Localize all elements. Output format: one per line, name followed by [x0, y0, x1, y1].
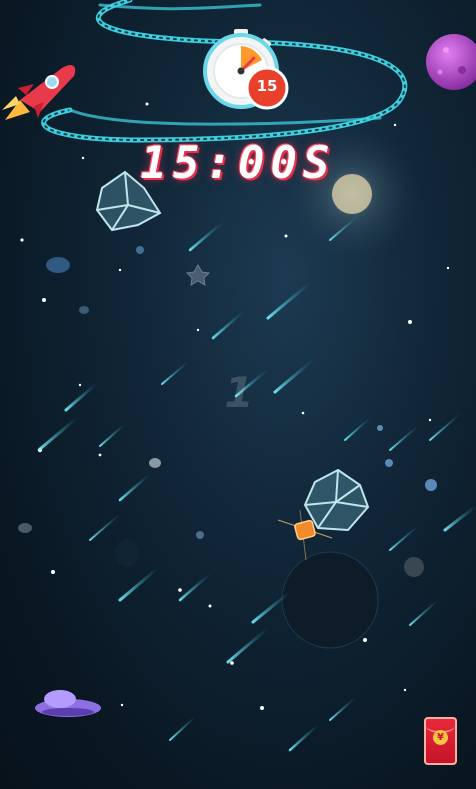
dark-planet: [281, 551, 379, 649]
countdown-timer: 15:00S: [140, 138, 336, 189]
web-star-icon-lower: [303, 468, 370, 532]
small-star-decoration: [185, 263, 211, 286]
red-packet-button[interactable]: ¥: [424, 717, 457, 765]
stopwatch-badge-label: 15: [256, 77, 278, 95]
round-number: 1: [224, 368, 254, 417]
ufo-icon: [35, 690, 101, 717]
meteor-streaks: [38, 215, 476, 752]
red-packet-icon: ¥: [433, 730, 448, 745]
planet-icon: [426, 34, 476, 90]
